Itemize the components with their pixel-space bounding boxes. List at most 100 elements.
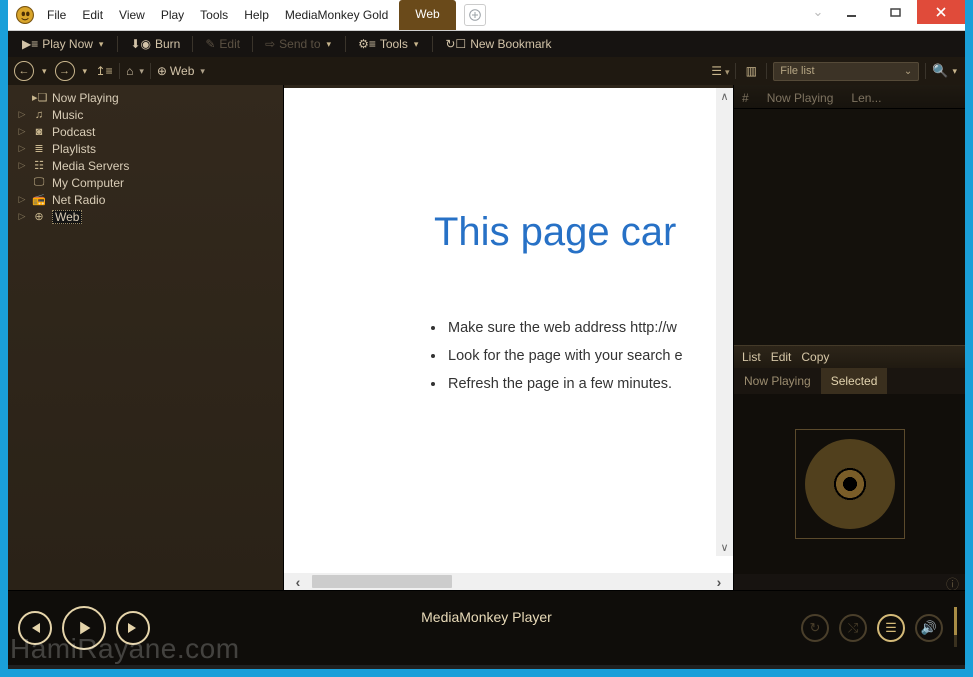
tree-expand-icon[interactable]: ▷ — [18, 211, 26, 222]
volume-slider[interactable] — [954, 607, 957, 647]
nav-forward-button[interactable]: → — [55, 61, 75, 81]
info-icon[interactable]: ⓘ — [946, 574, 959, 590]
menu-play[interactable]: Play — [154, 5, 191, 25]
menu-view[interactable]: View — [112, 5, 152, 25]
chevron-down-icon: ⌄ — [904, 66, 912, 77]
panel-mini-menu: List Edit Copy — [734, 345, 965, 368]
title-bar: File Edit View Play Tools Help MediaMonk… — [8, 0, 965, 31]
column-now-playing[interactable]: Now Playing — [767, 91, 834, 102]
edit-label: Edit — [219, 37, 240, 51]
separator — [192, 36, 193, 52]
tree-expand-icon[interactable]: ▷ — [18, 126, 26, 137]
horizontal-scrollbar[interactable]: ‹ › — [284, 573, 733, 590]
mini-menu-list[interactable]: List — [742, 350, 761, 364]
vertical-scrollbar[interactable]: ∧ ∨ — [716, 88, 733, 556]
chevron-down-icon: ▾ — [97, 39, 106, 50]
error-suggestion-item: Look for the page with your search e — [446, 342, 683, 370]
tree-label: Media Servers — [52, 159, 129, 173]
file-list-select[interactable]: File list ⌄ — [773, 62, 919, 81]
tree-item-playlists[interactable]: ▷ ≣ Playlists — [8, 140, 283, 157]
mute-button[interactable]: 🔊 — [915, 614, 943, 642]
play-now-label: Play Now — [42, 37, 93, 51]
menu-edit[interactable]: Edit — [75, 5, 110, 25]
burn-button[interactable]: ⬇◉ Burn — [124, 35, 186, 53]
scroll-down-icon[interactable]: ∨ — [716, 539, 733, 556]
queue-button[interactable]: ☰ — [877, 614, 905, 642]
tree-label: Playlists — [52, 142, 96, 156]
album-art-placeholder — [795, 429, 905, 539]
separator — [766, 63, 767, 79]
nav-back-button[interactable]: ← — [14, 61, 34, 81]
player-bar: MediaMonkey Player ↻ ⤭ ☰ 🔊 HamiRayane.co… — [8, 590, 965, 665]
tree-expand-icon[interactable]: ▷ — [18, 194, 26, 205]
error-heading: This page car — [434, 210, 676, 255]
view-list-button[interactable]: ☰ — [711, 64, 729, 78]
tab-now-playing[interactable]: Now Playing — [734, 368, 821, 394]
play-now-icon: ▶≡ — [22, 37, 38, 51]
column-length[interactable]: Len... — [851, 91, 881, 102]
radio-icon: 📻 — [32, 193, 46, 206]
podcast-icon: ◙ — [32, 126, 46, 138]
edit-icon: ✎ — [205, 37, 215, 51]
menu-file[interactable]: File — [40, 5, 73, 25]
tree-item-media-servers[interactable]: ▷ ☷ Media Servers — [8, 157, 283, 174]
content-tabs: Web — [399, 0, 485, 30]
edit-button: ✎ Edit — [199, 35, 246, 53]
scrollbar-track[interactable] — [312, 573, 705, 590]
menu-mediamonkey-gold[interactable]: MediaMonkey Gold — [278, 5, 395, 25]
chevron-down-icon: ▾ — [950, 66, 959, 77]
home-button[interactable]: ⌂ — [126, 64, 144, 78]
computer-icon: 🖵 — [32, 176, 46, 189]
mini-menu-edit[interactable]: Edit — [771, 350, 792, 364]
maximize-button[interactable] — [873, 0, 917, 24]
shuffle-button[interactable]: ⤭ — [839, 614, 867, 642]
window-dropdown-icon[interactable]: ⌄ — [807, 0, 829, 24]
tree-expand-icon[interactable]: ▷ — [18, 109, 26, 120]
scroll-right-icon[interactable]: › — [705, 574, 733, 590]
column-number[interactable]: # — [742, 91, 749, 102]
close-button[interactable] — [917, 0, 965, 24]
tree-item-music[interactable]: ▷ ♫ Music — [8, 106, 283, 123]
play-now-button[interactable]: ▶≡ Play Now ▾ — [16, 35, 111, 53]
tab-selected[interactable]: Selected — [821, 368, 888, 394]
scroll-up-icon[interactable]: ∧ — [716, 88, 733, 105]
tree-item-net-radio[interactable]: ▷ 📻 Net Radio — [8, 191, 283, 208]
tree-label: My Computer — [52, 176, 124, 190]
send-to-label: Send to — [279, 37, 320, 51]
home-icon: ⌂ — [126, 64, 133, 78]
nav-up-icon[interactable]: ↥≡ — [95, 64, 113, 78]
breadcrumb-label: Web — [170, 64, 194, 78]
tab-web[interactable]: Web — [399, 0, 455, 30]
burn-label: Burn — [155, 37, 180, 51]
panel-tabs: Now Playing Selected — [734, 368, 965, 394]
new-bookmark-button[interactable]: ↻☐ New Bookmark — [439, 35, 557, 53]
mini-menu-copy[interactable]: Copy — [801, 350, 829, 364]
add-tab-button[interactable] — [464, 4, 486, 26]
disc-icon — [805, 439, 895, 529]
tools-button[interactable]: ⚙≡ Tools ▾ — [352, 35, 426, 53]
forward-history-dropdown[interactable]: ▾ — [81, 66, 90, 77]
server-icon: ☷ — [32, 159, 46, 172]
new-bookmark-label: New Bookmark — [470, 37, 551, 51]
view-columns-button[interactable]: ▥ — [742, 64, 760, 78]
search-button[interactable]: 🔍 ▾ — [932, 63, 959, 79]
scrollbar-thumb[interactable] — [312, 575, 452, 588]
minimize-button[interactable] — [829, 0, 873, 24]
error-suggestion-item: Make sure the web address http://w — [446, 314, 683, 342]
tree-expand-icon[interactable]: ▷ — [18, 160, 26, 171]
now-playing-panel: # Now Playing Len... List Edit Copy Now … — [734, 85, 965, 590]
breadcrumb-web[interactable]: ⊕ Web — [157, 64, 205, 78]
repeat-button[interactable]: ↻ — [801, 614, 829, 642]
tree-item-web[interactable]: ▷ ⊕ Web — [8, 208, 283, 225]
center-panel: This page car Make sure the web address … — [283, 85, 734, 590]
scroll-left-icon[interactable]: ‹ — [284, 574, 312, 590]
tree-expand-icon[interactable]: ▷ — [18, 143, 26, 154]
menu-tools[interactable]: Tools — [193, 5, 235, 25]
menu-help[interactable]: Help — [237, 5, 276, 25]
browser-page[interactable]: This page car Make sure the web address … — [284, 88, 733, 573]
tree-item-podcast[interactable]: ▷ ◙ Podcast — [8, 123, 283, 140]
web-icon: ⊕ — [157, 64, 167, 78]
tree-item-my-computer[interactable]: 🖵 My Computer — [8, 174, 283, 191]
tree-item-now-playing[interactable]: ▸❏ Now Playing — [8, 89, 283, 106]
back-history-dropdown[interactable]: ▾ — [40, 66, 49, 77]
